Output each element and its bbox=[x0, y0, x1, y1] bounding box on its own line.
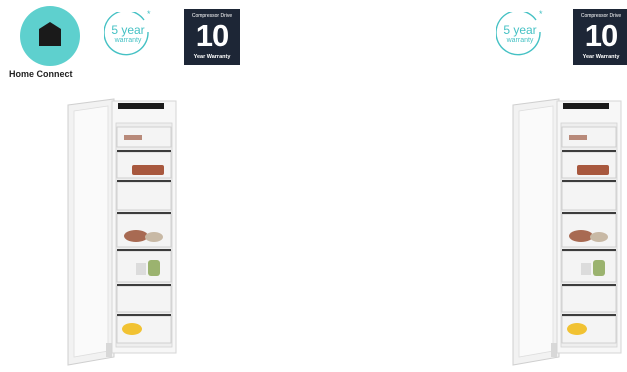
home-connect-label: Home Connect bbox=[9, 69, 73, 79]
compressor-badge-right: Compressor Drive 10 Year Warranty bbox=[573, 9, 627, 65]
warranty-word: warranty bbox=[114, 37, 142, 44]
compressor-badge-left: Compressor Drive 10 Year Warranty bbox=[184, 9, 240, 65]
warranty-years: 5 year bbox=[503, 23, 537, 37]
compressor-number: 10 bbox=[195, 18, 229, 53]
house-icon bbox=[39, 22, 61, 46]
warranty-asterisk: * bbox=[147, 9, 151, 19]
warranty-word: warranty bbox=[506, 37, 534, 44]
freezer-image-right bbox=[512, 98, 622, 366]
compressor-subtitle: Year Warranty bbox=[582, 54, 620, 60]
warranty-years: 5 year bbox=[111, 23, 145, 37]
compressor-subtitle: Year Warranty bbox=[193, 54, 231, 60]
compressor-number: 10 bbox=[584, 18, 618, 53]
warranty-badge-left: * 5 year warranty bbox=[104, 9, 152, 60]
warranty-asterisk: * bbox=[539, 9, 543, 19]
freezer-image-left bbox=[67, 98, 177, 366]
warranty-badge-right: * 5 year warranty bbox=[496, 9, 544, 60]
